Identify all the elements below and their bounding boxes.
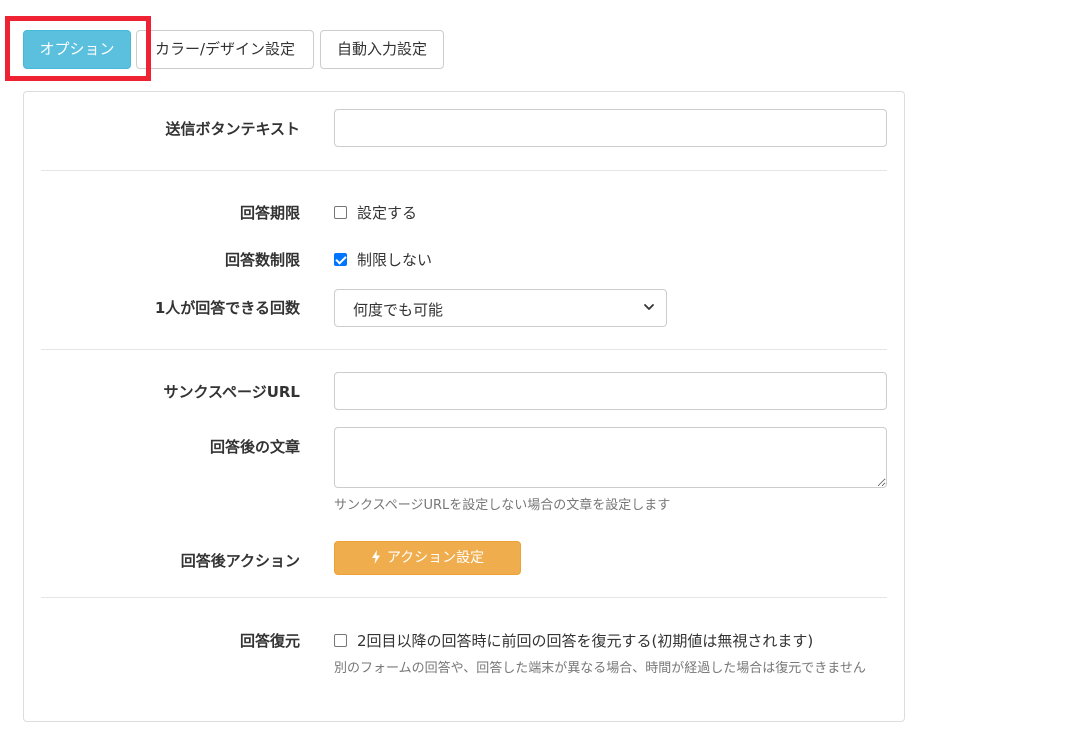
submit-text-label: 送信ボタンテキスト — [165, 120, 300, 138]
after-text-textarea[interactable] — [334, 427, 887, 488]
tab-color-design[interactable]: カラー/デザイン設定 — [136, 30, 314, 69]
after-action-label: 回答後アクション — [180, 552, 300, 570]
thanks-url-input[interactable] — [334, 372, 887, 410]
bolt-icon — [371, 550, 380, 564]
deadline-checkbox[interactable] — [334, 206, 347, 219]
chevron-down-icon — [644, 304, 654, 310]
answer-limit-checkbox[interactable] — [334, 253, 347, 266]
restore-checkbox[interactable] — [334, 634, 347, 647]
answer-limit-label: 回答数制限 — [224, 251, 300, 269]
per-person-label: 1人が回答できる回数 — [154, 299, 300, 317]
restore-label: 回答復元 — [239, 632, 300, 650]
per-person-select[interactable]: 何度でも可能 — [334, 289, 667, 327]
thanks-url-label: サンクスページURL — [163, 383, 301, 401]
divider — [41, 170, 887, 171]
restore-help: 別のフォームの回答や、回答した端末が異なる場合、時間が経過した場合は復元できませ… — [334, 661, 866, 676]
action-settings-button[interactable]: アクション設定 — [334, 541, 521, 575]
action-settings-label: アクション設定 — [386, 550, 485, 566]
tab-options[interactable]: オプション — [23, 30, 131, 69]
after-text-label: 回答後の文章 — [209, 438, 300, 456]
per-person-selected: 何度でも可能 — [353, 301, 444, 319]
deadline-checkbox-label[interactable]: 設定する — [357, 202, 417, 223]
divider — [41, 349, 887, 350]
submit-text-input[interactable] — [334, 109, 887, 147]
divider — [41, 597, 887, 598]
deadline-label: 回答期限 — [239, 204, 300, 222]
tab-autofill[interactable]: 自動入力設定 — [320, 30, 444, 69]
restore-checkbox-label[interactable]: 2回目以降の回答時に前回の回答を復元する(初期値は無視されます) — [357, 630, 813, 651]
answer-limit-checkbox-label[interactable]: 制限しない — [357, 249, 432, 270]
after-text-help: サンクスページURLを設定しない場合の文章を設定します — [334, 498, 671, 513]
